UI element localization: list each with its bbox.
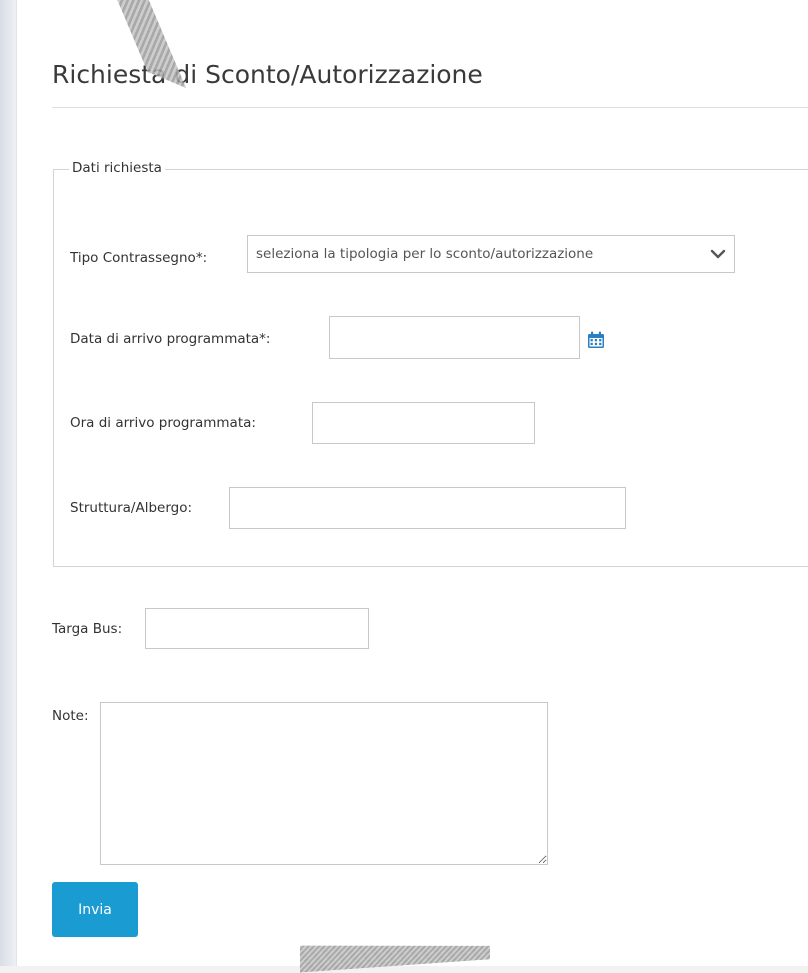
tipo-contrassegno-select[interactable]: seleziona la tipologia per lo sconto/aut…	[247, 235, 735, 273]
ora-arrivo-input[interactable]	[312, 402, 535, 444]
chevron-down-icon	[704, 249, 726, 259]
calendar-icon[interactable]	[586, 330, 606, 350]
left-sidebar-edge	[0, 0, 16, 966]
struttura-albergo-input[interactable]	[229, 487, 626, 529]
page-title: Richiesta di Sconto/Autorizzazione	[52, 60, 483, 89]
ora-arrivo-label: Ora di arrivo programmata:	[70, 415, 256, 431]
struttura-albergo-label: Struttura/Albergo:	[70, 500, 193, 516]
title-divider	[52, 107, 808, 108]
note-label: Note:	[52, 708, 89, 724]
fieldset-legend: Dati richiesta	[69, 160, 165, 176]
submit-button[interactable]: Invia	[52, 882, 138, 937]
targa-bus-label: Targa Bus:	[52, 621, 123, 637]
note-textarea[interactable]	[100, 702, 548, 865]
targa-bus-input[interactable]	[145, 608, 369, 649]
tipo-contrassegno-label: Tipo Contrassegno*:	[70, 250, 208, 266]
data-arrivo-label: Data di arrivo programmata*:	[70, 331, 271, 347]
data-arrivo-input[interactable]	[329, 316, 580, 359]
tipo-contrassegno-selected: seleziona la tipologia per lo sconto/aut…	[256, 246, 594, 262]
